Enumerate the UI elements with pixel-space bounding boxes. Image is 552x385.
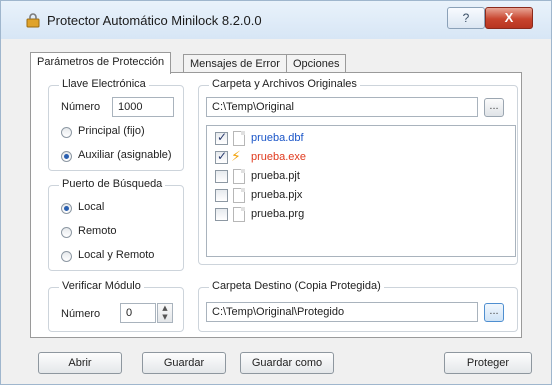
close-button[interactable]: X bbox=[485, 7, 533, 29]
file-checkbox[interactable] bbox=[215, 170, 228, 183]
file-checkbox[interactable] bbox=[215, 149, 228, 164]
file-name: prueba.pjx bbox=[251, 189, 303, 201]
radio-local-remoto-label[interactable]: Local y Remoto bbox=[78, 249, 154, 261]
destino-browse-button[interactable]: ... bbox=[484, 303, 504, 322]
document-icon bbox=[233, 207, 245, 222]
guardar-button[interactable]: Guardar bbox=[142, 352, 226, 374]
verificar-numero-input[interactable]: 0 bbox=[120, 303, 156, 323]
document-icon bbox=[233, 169, 245, 184]
help-button[interactable]: ? bbox=[447, 7, 485, 29]
puerto-busqueda-title: Puerto de Búsqueda bbox=[59, 178, 166, 190]
radio-local-label[interactable]: Local bbox=[78, 201, 104, 213]
radio-remoto-label[interactable]: Remoto bbox=[78, 225, 117, 237]
file-checkbox[interactable] bbox=[215, 130, 228, 145]
origen-path-input[interactable]: C:\Temp\Original bbox=[206, 97, 478, 117]
origen-browse-button[interactable]: ... bbox=[484, 98, 504, 117]
radio-local-remoto[interactable] bbox=[61, 251, 72, 262]
tab-mensajes-error[interactable]: Mensajes de Error bbox=[183, 54, 287, 73]
guardar-como-button[interactable]: Guardar como bbox=[240, 352, 334, 374]
radio-remoto[interactable] bbox=[61, 227, 72, 238]
tab-parametros[interactable]: Parámetros de Protección bbox=[30, 52, 172, 74]
tab-opciones[interactable]: Opciones bbox=[286, 54, 347, 73]
radio-principal-label[interactable]: Principal (fijo) bbox=[78, 125, 145, 137]
numero-spinner[interactable]: ▲ ▼ bbox=[157, 303, 173, 323]
destino-path-input[interactable]: C:\Temp\Original\Protegido bbox=[206, 302, 478, 322]
app-lock-icon bbox=[26, 13, 40, 28]
title-bar[interactable]: Protector Automático Minilock 8.2.0.0 ? … bbox=[1, 1, 551, 39]
document-icon bbox=[233, 188, 245, 203]
document-icon bbox=[233, 131, 245, 146]
file-name: prueba.dbf bbox=[251, 132, 304, 144]
radio-local[interactable] bbox=[61, 203, 72, 214]
abrir-button[interactable]: Abrir bbox=[38, 352, 122, 374]
llave-numero-label: Número bbox=[61, 101, 101, 113]
llave-numero-input[interactable]: 1000 bbox=[112, 97, 174, 117]
file-checkbox[interactable] bbox=[215, 189, 228, 202]
verificar-numero-label: Número bbox=[61, 308, 101, 320]
llave-electronica-title: Llave Electrónica bbox=[59, 78, 149, 90]
file-name: prueba.pjt bbox=[251, 170, 300, 182]
radio-auxiliar[interactable] bbox=[61, 151, 72, 162]
file-list[interactable]: prueba.dbf ⚡ prueba.exe prueba.pjt prueb… bbox=[206, 125, 516, 257]
verificar-modulo-title: Verificar Módulo bbox=[59, 280, 144, 292]
file-name: prueba.exe bbox=[251, 151, 307, 163]
file-name: prueba.prg bbox=[251, 208, 305, 220]
destino-title: Carpeta Destino (Copia Protegida) bbox=[209, 280, 384, 292]
window-title: Protector Automático Minilock 8.2.0.0 bbox=[47, 13, 262, 28]
radio-principal[interactable] bbox=[61, 127, 72, 138]
file-checkbox[interactable] bbox=[215, 208, 228, 221]
origen-title: Carpeta y Archivos Originales bbox=[209, 78, 360, 90]
proteger-button[interactable]: Proteger bbox=[444, 352, 532, 374]
executable-icon: ⚡ bbox=[231, 149, 241, 165]
radio-auxiliar-label[interactable]: Auxiliar (asignable) bbox=[78, 149, 172, 161]
